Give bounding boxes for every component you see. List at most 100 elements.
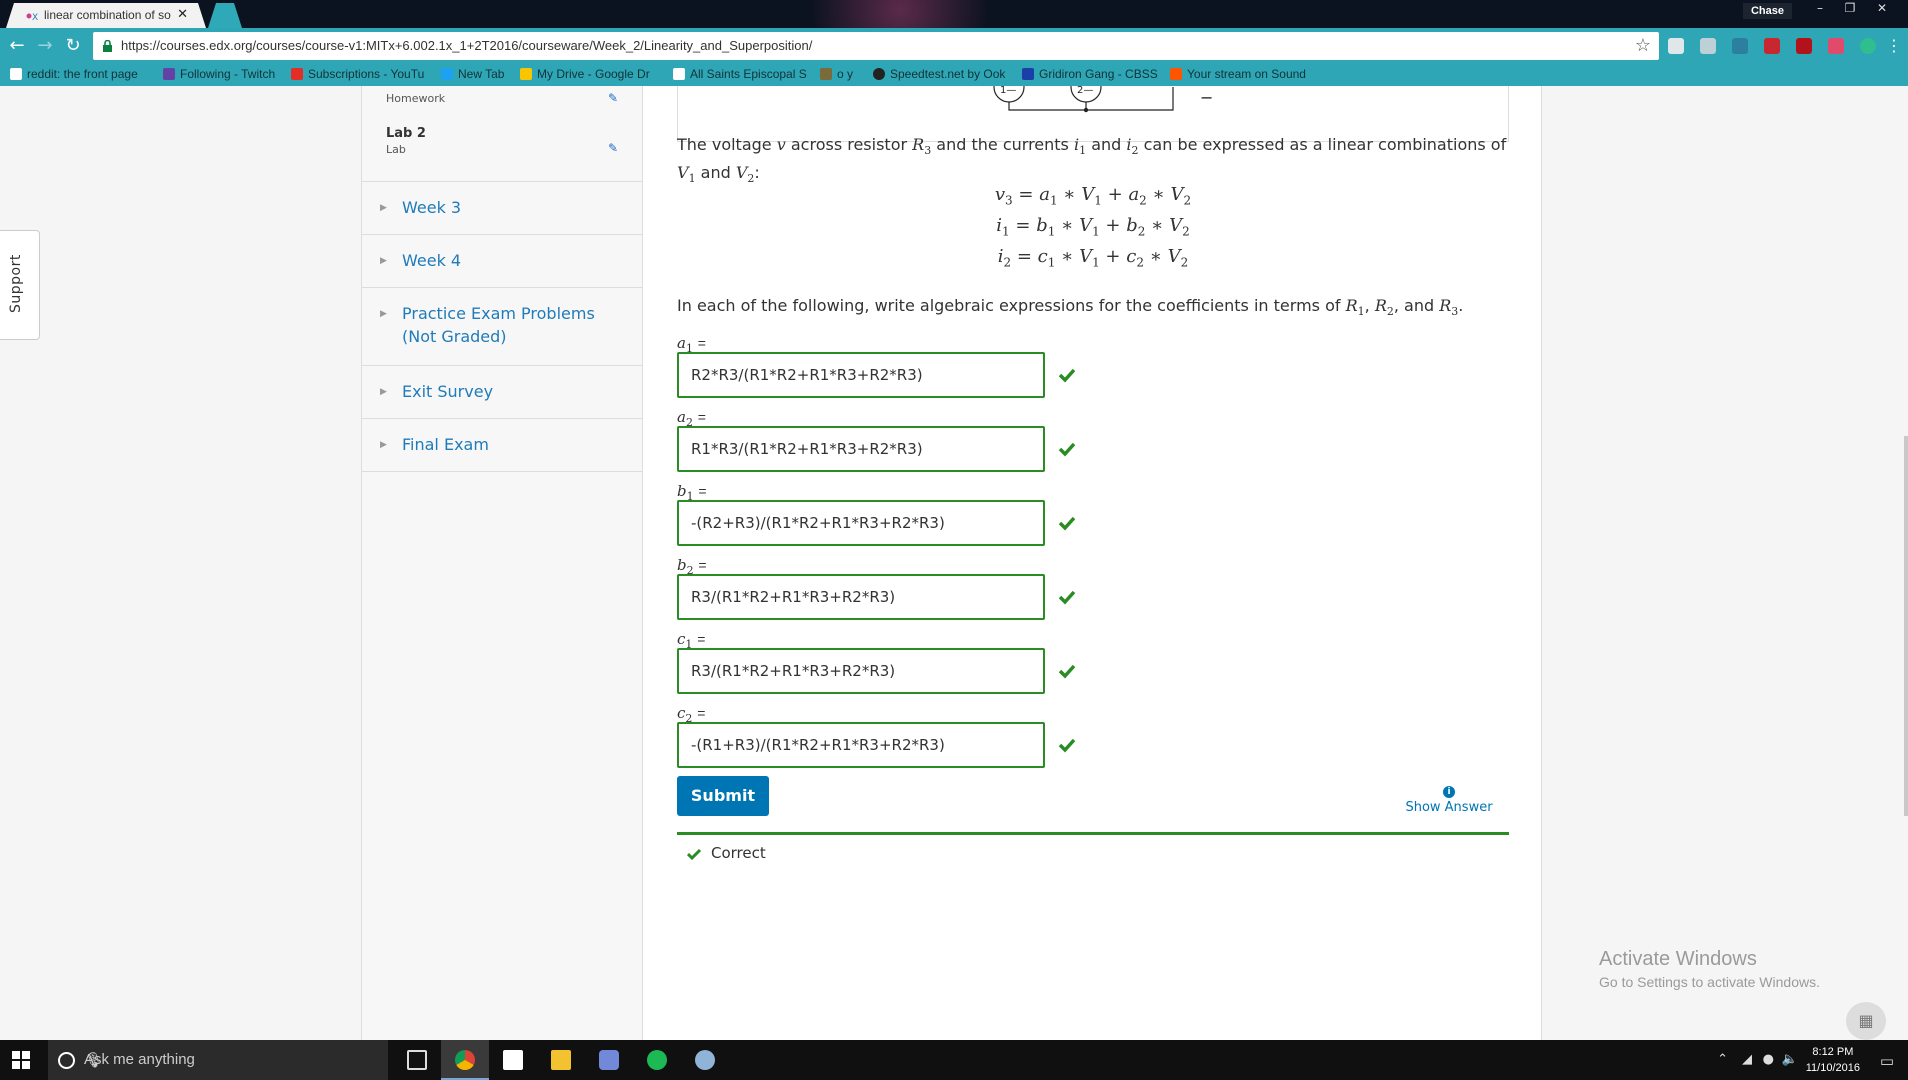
bookmarks-bar: reddit: the front page Following - Twitc…	[0, 64, 1908, 86]
equation-i2: i2 = c1 ∗ V1 + c2 ∗ V2	[997, 246, 1189, 270]
svg-text:X: X	[32, 13, 38, 21]
scrollbar-thumb[interactable]	[1904, 436, 1908, 816]
checkmark-icon	[1058, 368, 1076, 383]
bookmark-item[interactable]: Following - Twitch	[163, 67, 275, 81]
profile-name[interactable]: Chase	[1742, 3, 1792, 19]
extension-icon[interactable]	[1796, 38, 1812, 54]
browser-toolbar: ← → ↻ https://courses.edx.org/courses/co…	[0, 28, 1908, 64]
reddit-icon	[10, 68, 22, 80]
chapter-label: Practice Exam Problems (Not Graded)	[402, 304, 595, 346]
bookmark-item[interactable]: Gridiron Gang - CBSS	[1022, 67, 1158, 81]
answer-input-c1[interactable]: R3/(R1*R2+R1*R3+R2*R3)	[677, 648, 1045, 694]
activate-windows-watermark: Activate Windows Go to Settings to activ…	[1599, 948, 1820, 990]
page-scrollbar[interactable]	[1904, 86, 1908, 1040]
cortana-search-box[interactable]: Ask me anything 🎙	[48, 1040, 388, 1080]
calculator-icon[interactable]: ▦	[1846, 1002, 1886, 1040]
chapter-final-exam[interactable]: ▶ Final Exam	[362, 418, 642, 472]
clock-date: 11/10/2016	[1805, 1062, 1860, 1074]
url-text: https://courses.edx.org/courses/course-v…	[121, 38, 813, 53]
tray-app-icon[interactable]: ●	[1763, 1052, 1774, 1067]
app-taskbar-icon[interactable]	[681, 1040, 729, 1080]
cbs-icon	[1022, 68, 1034, 80]
status-text: Correct	[711, 844, 766, 862]
notifications-icon[interactable]: ▭	[1880, 1052, 1894, 1070]
ublock-icon[interactable]	[1764, 38, 1780, 54]
bookmark-item[interactable]: Subscriptions - YouTu	[291, 67, 424, 81]
edit-icon: ✎	[607, 141, 618, 155]
bookmark-item[interactable]: reddit: the front page	[10, 67, 138, 81]
task-view-icon[interactable]	[393, 1040, 441, 1080]
svg-text:2—: 2—	[1077, 86, 1093, 96]
subsection-homework[interactable]: Homework	[386, 90, 445, 105]
network-icon[interactable]: ◢	[1742, 1052, 1752, 1067]
chapter-exit-survey[interactable]: ▶ Exit Survey	[362, 365, 642, 419]
bookmark-item[interactable]: Speedtest.net by Ook	[873, 67, 1005, 81]
show-answer-button[interactable]: i Show Answer	[1393, 786, 1505, 815]
watermark-subtitle: Go to Settings to activate Windows.	[1599, 974, 1820, 990]
new-tab-button[interactable]	[208, 3, 242, 28]
browser-tab-active[interactable]: X linear combination of so ✕	[6, 3, 206, 28]
bookmark-item[interactable]: o y	[820, 67, 853, 81]
close-window-icon[interactable]: ✕	[1868, 0, 1896, 18]
microphone-icon[interactable]: 🎙	[84, 1051, 380, 1069]
twitch-icon	[163, 68, 175, 80]
tray-chevron-icon[interactable]: ⌃	[1717, 1052, 1728, 1067]
checkmark-icon	[1058, 516, 1076, 531]
correct-status-bar	[677, 832, 1509, 835]
checkmark-icon	[1058, 664, 1076, 679]
discord-icon[interactable]	[585, 1040, 633, 1080]
back-arrow-icon[interactable]: ←	[5, 34, 29, 58]
bookmark-item[interactable]: My Drive - Google Dr	[520, 67, 650, 81]
watermark-title: Activate Windows	[1599, 948, 1757, 970]
windows-start-icon[interactable]	[12, 1051, 30, 1069]
subsection-lab-2[interactable]: Lab 2 Lab	[386, 126, 426, 156]
checkmark-icon	[687, 848, 701, 860]
bookmark-item[interactable]: All Saints Episcopal S	[673, 67, 807, 81]
browser-titlebar: X linear combination of so ✕ Chase – ❐ ✕	[0, 0, 1908, 28]
answer-input-c2[interactable]: -(R1+R3)/(R1*R2+R1*R3+R2*R3)	[677, 722, 1045, 768]
file-explorer-icon[interactable]	[537, 1040, 585, 1080]
chapter-week-3[interactable]: ▶ Week 3	[362, 181, 642, 235]
extension-icon[interactable]	[1860, 38, 1876, 54]
minimize-icon[interactable]: –	[1806, 0, 1834, 18]
chapter-practice-exam[interactable]: ▶ Practice Exam Problems (Not Graded)	[362, 287, 642, 366]
extension-icon[interactable]	[1668, 38, 1684, 54]
store-taskbar-icon[interactable]	[489, 1040, 537, 1080]
forward-arrow-icon[interactable]: →	[33, 34, 57, 58]
chevron-right-icon: ▶	[380, 256, 387, 266]
chapter-week-4[interactable]: ▶ Week 4	[362, 234, 642, 288]
edx-favicon-icon: X	[26, 11, 40, 21]
restore-icon[interactable]: ❐	[1836, 0, 1864, 18]
answer-input-a1[interactable]: R2*R3/(R1*R2+R1*R3+R2*R3)	[677, 352, 1045, 398]
extension-icon[interactable]	[1828, 38, 1844, 54]
support-tab[interactable]: Support	[0, 230, 40, 340]
twitter-icon	[441, 68, 453, 80]
bookmark-item[interactable]: New Tab	[441, 67, 504, 81]
chevron-right-icon: ▶	[380, 309, 387, 319]
volume-icon[interactable]: 🔈	[1782, 1052, 1798, 1067]
taskbar-clock[interactable]: 8:12 PM 11/10/2016	[1806, 1044, 1860, 1076]
problem-content: 1— 2— − The voltage v across resistor R3…	[677, 86, 1509, 1040]
address-bar[interactable]: https://courses.edx.org/courses/course-v…	[93, 32, 1659, 60]
bookmark-star-icon[interactable]: ☆	[1635, 35, 1651, 56]
spotify-icon[interactable]	[633, 1040, 681, 1080]
chrome-taskbar-icon[interactable]	[441, 1040, 489, 1080]
reload-icon[interactable]: ↻	[61, 34, 85, 58]
tab-close-icon[interactable]: ✕	[177, 7, 188, 22]
extension-icon[interactable]	[1732, 38, 1748, 54]
problem-instructions: In each of the following, write algebrai…	[677, 296, 1464, 319]
bookmark-item[interactable]: Your stream on Sound	[1170, 67, 1306, 81]
chapter-label: Final Exam	[402, 435, 489, 454]
tab-title: linear combination of so	[44, 8, 171, 22]
answer-input-b1[interactable]: -(R2+R3)/(R1*R2+R1*R3+R2*R3)	[677, 500, 1045, 546]
hd-extension-icon[interactable]	[1700, 38, 1716, 54]
submit-button[interactable]: Submit	[677, 776, 769, 816]
svg-text:−: −	[1200, 88, 1213, 107]
page-content: Support Homework ✎ Lab 2 Lab ✎ ▶ Week 3 …	[0, 86, 1908, 1040]
checkmark-icon	[1058, 442, 1076, 457]
checkmark-icon	[1058, 738, 1076, 753]
answer-input-b2[interactable]: R3/(R1*R2+R1*R3+R2*R3)	[677, 574, 1045, 620]
menu-dots-icon[interactable]: ⋮	[1882, 34, 1906, 58]
answer-input-a2[interactable]: R1*R3/(R1*R2+R1*R3+R2*R3)	[677, 426, 1045, 472]
chevron-right-icon: ▶	[380, 387, 387, 397]
